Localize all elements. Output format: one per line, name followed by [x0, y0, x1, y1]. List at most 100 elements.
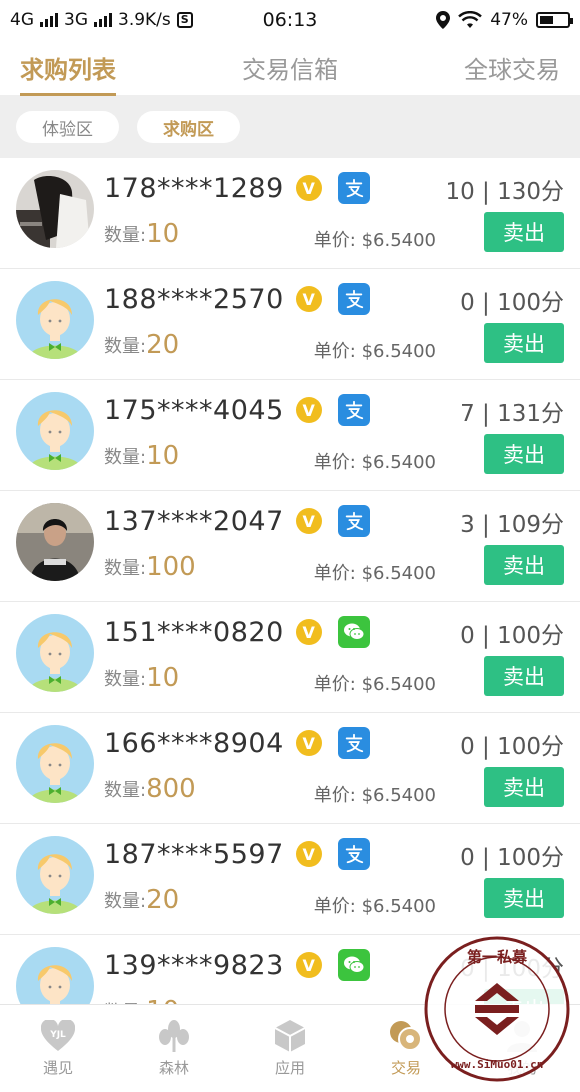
cube-icon	[273, 1019, 307, 1053]
alipay-icon	[337, 727, 370, 759]
user-phone: 139****9823	[104, 949, 284, 981]
avatar[interactable]	[16, 392, 94, 470]
tab-global-trade[interactable]: 全球交易	[464, 40, 560, 96]
vip-badge-icon: V	[295, 397, 322, 423]
sell-button[interactable]: 卖出	[484, 545, 564, 585]
credit-score: 10 | 130分	[445, 179, 564, 205]
credit-score: 0 | 100分	[460, 956, 564, 982]
vip-badge-icon: V	[295, 841, 322, 867]
unit-price-value: $6.5400	[361, 563, 436, 584]
status-bar: 4G 3G 3.9K/s S 06:13 47%	[0, 0, 580, 40]
unit-price-value: $6.5400	[361, 785, 436, 806]
nav-forest[interactable]: 森林	[116, 1005, 232, 1092]
avatar[interactable]	[16, 614, 94, 692]
user-phone: 188****2570	[104, 283, 284, 315]
unit-price-value: $6.5400	[361, 452, 436, 473]
nav-forest-label: 森林	[158, 1059, 189, 1077]
zone-experience[interactable]: 体验区	[16, 111, 119, 143]
quantity-label: 数量:	[104, 891, 147, 912]
sell-button[interactable]: 卖出	[484, 656, 564, 696]
vip-badge-icon: V	[295, 952, 322, 978]
quantity-value: 20	[146, 330, 180, 360]
quantity-label: 数量:	[104, 780, 147, 801]
vip-badge-icon: V	[295, 730, 322, 756]
buy-request-row: 175****4045 V 7 | 131分 数量: 10 单价: $6.540…	[0, 380, 580, 491]
svg-text:YJL: YJL	[49, 1030, 66, 1040]
unit-price-label: 单价:	[313, 563, 356, 584]
quantity-value: 20	[146, 885, 180, 915]
buy-request-list: 178****1289 V 10 | 130分 数量: 10 单价: $6.54…	[0, 158, 580, 1046]
user-phone: 137****2047	[104, 505, 284, 537]
bottom-nav: YJL 遇见 森林 应用 交易 我的	[0, 1004, 580, 1092]
vip-badge-icon: V	[295, 508, 322, 534]
buy-request-row: 137****2047 V 3 | 109分 数量: 100 单价: $6.54…	[0, 491, 580, 602]
tab-buy-list[interactable]: 求购列表	[20, 40, 116, 96]
unit-price-label: 单价:	[313, 785, 356, 806]
unit-price: 单价: $6.5400	[314, 892, 436, 918]
nav-mine[interactable]: 我的	[464, 1005, 580, 1092]
coins-icon	[389, 1019, 423, 1053]
zone-filter: 体验区 求购区	[0, 96, 580, 158]
alipay-icon	[337, 505, 370, 537]
unit-price-label: 单价:	[313, 341, 356, 362]
nav-trade-label: 交易	[390, 1059, 421, 1077]
wechat-pay-icon	[337, 949, 370, 981]
unit-price: 单价: $6.5400	[314, 337, 436, 363]
sell-button[interactable]: 卖出	[484, 212, 564, 252]
wechat-pay-icon	[337, 616, 370, 648]
user-phone: 178****1289	[104, 172, 284, 204]
quantity-label: 数量:	[104, 336, 147, 357]
top-tabs: 求购列表 交易信箱 全球交易	[0, 40, 580, 96]
quantity-value: 10	[146, 663, 180, 693]
alipay-icon	[337, 172, 370, 204]
buy-request-row: 187****5597 V 0 | 100分 数量: 20 单价: $6.540…	[0, 824, 580, 935]
user-phone: 166****8904	[104, 727, 284, 759]
alipay-icon	[337, 394, 370, 426]
unit-price: 单价: $6.5400	[314, 781, 436, 807]
credit-score: 0 | 100分	[460, 623, 564, 649]
zone-buy[interactable]: 求购区	[137, 111, 240, 143]
user-phone: 151****0820	[104, 616, 284, 648]
unit-price-label: 单价:	[313, 452, 356, 473]
sell-button[interactable]: 卖出	[484, 767, 564, 807]
avatar[interactable]	[16, 503, 94, 581]
battery-percent: 47%	[490, 10, 528, 30]
quantity-label: 数量:	[104, 447, 147, 468]
credit-score: 0 | 100分	[460, 734, 564, 760]
alipay-icon	[337, 283, 370, 315]
battery-icon	[536, 12, 573, 28]
tab-trade-mailbox[interactable]: 交易信箱	[242, 40, 338, 96]
quantity-value: 10	[146, 219, 180, 249]
unit-price-value: $6.5400	[361, 341, 436, 362]
quantity-value: 800	[146, 774, 196, 804]
network-3g: 3G	[64, 10, 88, 30]
nav-meet[interactable]: YJL 遇见	[0, 1005, 116, 1092]
nav-meet-label: 遇见	[42, 1059, 73, 1077]
tree-icon	[157, 1019, 191, 1053]
unit-price-label: 单价:	[313, 230, 356, 251]
quantity-label: 数量:	[104, 225, 147, 246]
location-icon	[436, 11, 451, 29]
unit-price: 单价: $6.5400	[314, 559, 436, 585]
sell-button[interactable]: 卖出	[484, 323, 564, 363]
avatar[interactable]	[16, 170, 94, 248]
sell-button[interactable]: 卖出	[484, 878, 564, 918]
avatar[interactable]	[16, 836, 94, 914]
avatar[interactable]	[16, 725, 94, 803]
yjl-heart-icon: YJL	[41, 1019, 75, 1053]
credit-score: 7 | 131分	[460, 401, 564, 427]
unit-price-label: 单价:	[313, 674, 356, 695]
wifi-icon	[458, 11, 483, 28]
vip-badge-icon: V	[295, 175, 322, 201]
unit-price-label: 单价:	[313, 896, 356, 917]
avatar[interactable]	[16, 281, 94, 359]
sell-button[interactable]: 卖出	[484, 434, 564, 474]
nav-trade[interactable]: 交易	[348, 1005, 464, 1092]
user-icon	[505, 1019, 539, 1053]
nav-apps[interactable]: 应用	[232, 1005, 348, 1092]
buy-request-row: 188****2570 V 0 | 100分 数量: 20 单价: $6.540…	[0, 269, 580, 380]
vip-badge-icon: V	[295, 286, 322, 312]
nav-mine-label: 我的	[506, 1059, 537, 1077]
s-app-icon: S	[176, 12, 193, 28]
credit-score: 0 | 100分	[460, 845, 564, 871]
